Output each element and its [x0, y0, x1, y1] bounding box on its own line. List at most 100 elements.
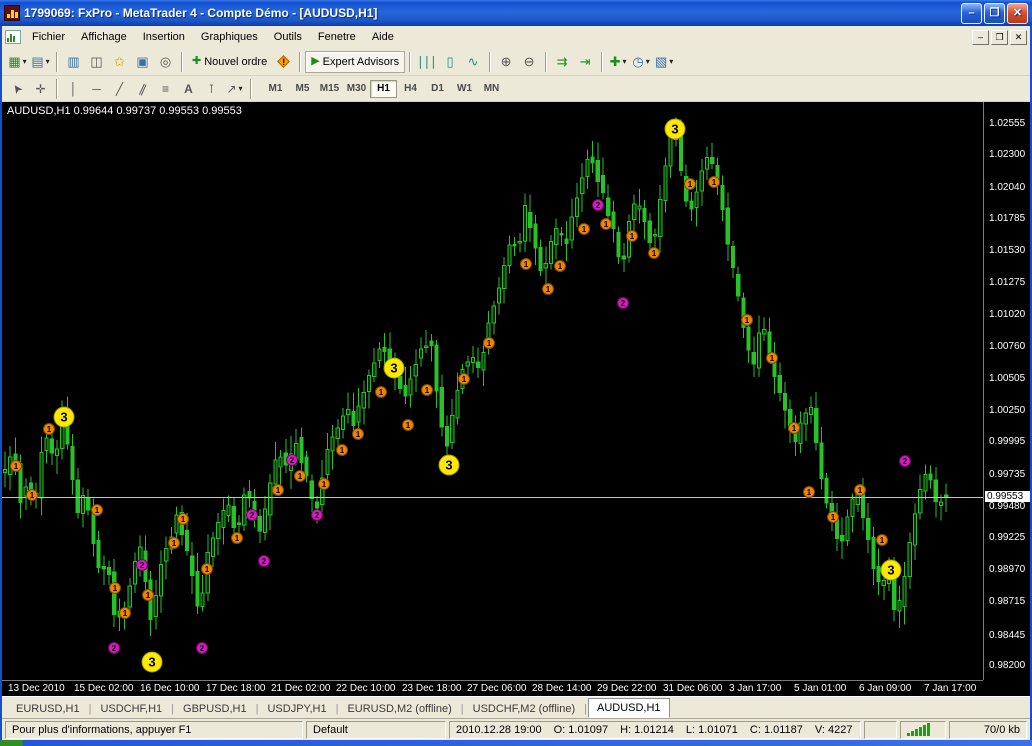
mdi-close-button[interactable]: ✕ [1010, 30, 1027, 45]
terminal-button[interactable]: ▣ [131, 51, 154, 73]
signal-marker-3: 3 [54, 407, 75, 428]
chart-tab-usdjpy[interactable]: USDJPY,H1 [259, 700, 334, 718]
new-order-icon: ✚ [192, 56, 201, 67]
signal-marker-2: 2 [592, 199, 604, 211]
new-chart-button[interactable]: ▦▾ [6, 51, 29, 73]
strategy-tester-icon: ◎ [160, 55, 171, 68]
status-profile[interactable]: Default [306, 721, 446, 739]
text-label-button[interactable]: ⊺ [200, 79, 223, 99]
profiles-button[interactable]: ▤▾ [29, 51, 52, 73]
channel-button[interactable]: ∥ [131, 79, 154, 99]
timeframe-mn[interactable]: MN [478, 80, 505, 98]
horizontal-line-button[interactable]: ─ [85, 79, 108, 99]
title-bar[interactable]: 1799069: FxPro - MetaTrader 4 - Compte D… [0, 0, 1032, 26]
time-label: 22 Dec 10:00 [336, 683, 396, 694]
new-order-button[interactable]: ✚Nouvel ordre [187, 51, 272, 73]
zoom-out-button[interactable]: ⊖ [518, 51, 541, 73]
chart-area[interactable]: 1111111111111111111111111111111111111222… [2, 102, 1030, 696]
menu-bar-items: FichierAffichageInsertionGraphiquesOutil… [24, 27, 402, 47]
menu-insertion[interactable]: Insertion [135, 27, 193, 47]
price-label: 1.01530 [989, 245, 1025, 256]
chart-tab-eurusd[interactable]: EURUSD,H1 [8, 700, 88, 718]
chart-system-menu-icon[interactable] [5, 30, 21, 44]
price-label: 1.01785 [989, 213, 1025, 224]
zoom-in-button[interactable]: ⊕ [495, 51, 518, 73]
windows-taskbar[interactable] [0, 740, 1032, 746]
crosshair-button[interactable]: ✛ [29, 79, 52, 99]
auto-scroll-icon: ⇉ [557, 55, 568, 68]
expert-advisors-button[interactable]: ▶Expert Advisors [305, 51, 405, 73]
signal-marker-2: 2 [899, 455, 911, 467]
vertical-line-button[interactable]: │ [62, 79, 85, 99]
mdi-minimize-button[interactable]: – [972, 30, 989, 45]
navigator-button[interactable]: ✩ [108, 51, 131, 73]
menu-fichier[interactable]: Fichier [24, 27, 73, 47]
signal-marker-1: 1 [402, 419, 414, 431]
time-label: 7 Jan 17:00 [924, 683, 976, 694]
price-scale[interactable]: 1.025551.023001.020401.017851.015301.012… [983, 102, 1030, 680]
strategy-tester-button[interactable]: ◎ [154, 51, 177, 73]
signal-marker-1: 1 [876, 534, 888, 546]
close-button[interactable]: ✕ [1007, 3, 1028, 24]
market-watch-button[interactable]: ▥ [62, 51, 85, 73]
time-label: 23 Dec 18:00 [402, 683, 462, 694]
toolbar-separator [489, 52, 491, 72]
timeframe-h4[interactable]: H4 [397, 80, 424, 98]
menu-aide[interactable]: Aide [364, 27, 402, 47]
menu-affichage[interactable]: Affichage [73, 27, 135, 47]
indicators-button[interactable]: ✚▾ [607, 51, 630, 73]
timeframe-m1[interactable]: M1 [262, 80, 289, 98]
fibonacci-button[interactable]: ≡ [154, 79, 177, 99]
price-label: 0.98445 [989, 630, 1025, 641]
time-label: 6 Jan 09:00 [859, 683, 911, 694]
timeframe-m30[interactable]: M30 [343, 80, 370, 98]
chart-tab-gbpusd[interactable]: GBPUSD,H1 [175, 700, 255, 718]
timeframe-d1[interactable]: D1 [424, 80, 451, 98]
auto-scroll-button[interactable]: ⇉ [551, 51, 574, 73]
chart-shift-button[interactable]: ⇥ [574, 51, 597, 73]
data-window-button[interactable]: ◫ [85, 51, 108, 73]
text-button[interactable]: A [177, 79, 200, 99]
signal-marker-1: 1 [352, 428, 364, 440]
status-high: H: 1.01214 [620, 724, 674, 736]
chart-tab-usdchf[interactable]: USDCHF,M2 (offline) [465, 700, 584, 718]
chart-tab-eurusd[interactable]: EURUSD,M2 (offline) [339, 700, 459, 718]
bar-chart-button[interactable]: ∣∣∣ [415, 51, 439, 73]
status-quote: 2010.12.28 19:00 O: 1.01097 H: 1.01214 L… [449, 721, 861, 739]
signal-marker-1: 1 [542, 283, 554, 295]
line-studies-toolbar: ➤ ✛ │ ─ ╱ ∥ ≡ A ⊺ ↗▾ M1M5M15M30H1H4D1W1M… [2, 76, 1030, 102]
text-label-icon: ⊺ [208, 83, 214, 95]
chart-tab-audusd[interactable]: AUDUSD,H1 [588, 698, 670, 718]
connection-status-icon [900, 721, 946, 739]
line-chart-button[interactable]: ∿ [462, 51, 485, 73]
timeframe-w1[interactable]: W1 [451, 80, 478, 98]
toolbar-separator [409, 52, 411, 72]
time-axis[interactable]: 13 Dec 201015 Dec 02:0016 Dec 10:0017 De… [2, 680, 983, 696]
mdi-restore-button[interactable]: ❐ [991, 30, 1008, 45]
timeframe-h1[interactable]: H1 [370, 80, 397, 98]
candlestick-chart-button[interactable]: ▯ [439, 51, 462, 73]
timeframe-m5[interactable]: M5 [289, 80, 316, 98]
horizontal-line-icon: ─ [92, 83, 101, 95]
cursor-button[interactable]: ➤ [6, 79, 29, 99]
time-label: 27 Dec 06:00 [467, 683, 527, 694]
menu-graphiques[interactable]: Graphiques [193, 27, 266, 47]
trendline-button[interactable]: ╱ [108, 79, 131, 99]
indicators-icon: ✚ [610, 55, 621, 68]
templates-button[interactable]: ▧▾ [653, 51, 676, 73]
restore-button[interactable]: ❐ [984, 3, 1005, 24]
arrows-button[interactable]: ↗▾ [223, 79, 246, 99]
signal-marker-1: 1 [109, 582, 121, 594]
menu-outils[interactable]: Outils [266, 27, 310, 47]
time-label: 29 Dec 22:00 [597, 683, 657, 694]
ea-alert-button[interactable]: ! [272, 51, 295, 73]
expert-advisors-icon: ▶ [311, 56, 319, 67]
periods-button[interactable]: ◷▾ [630, 51, 653, 73]
timeframe-m15[interactable]: M15 [316, 80, 343, 98]
chevron-down-icon: ▾ [239, 84, 243, 93]
minimize-button[interactable]: – [961, 3, 982, 24]
chart-tab-usdchf[interactable]: USDCHF,H1 [92, 700, 170, 718]
menu-fenetre[interactable]: Fenetre [310, 27, 364, 47]
signal-marker-1: 1 [10, 460, 22, 472]
price-label: 0.99480 [989, 501, 1025, 512]
